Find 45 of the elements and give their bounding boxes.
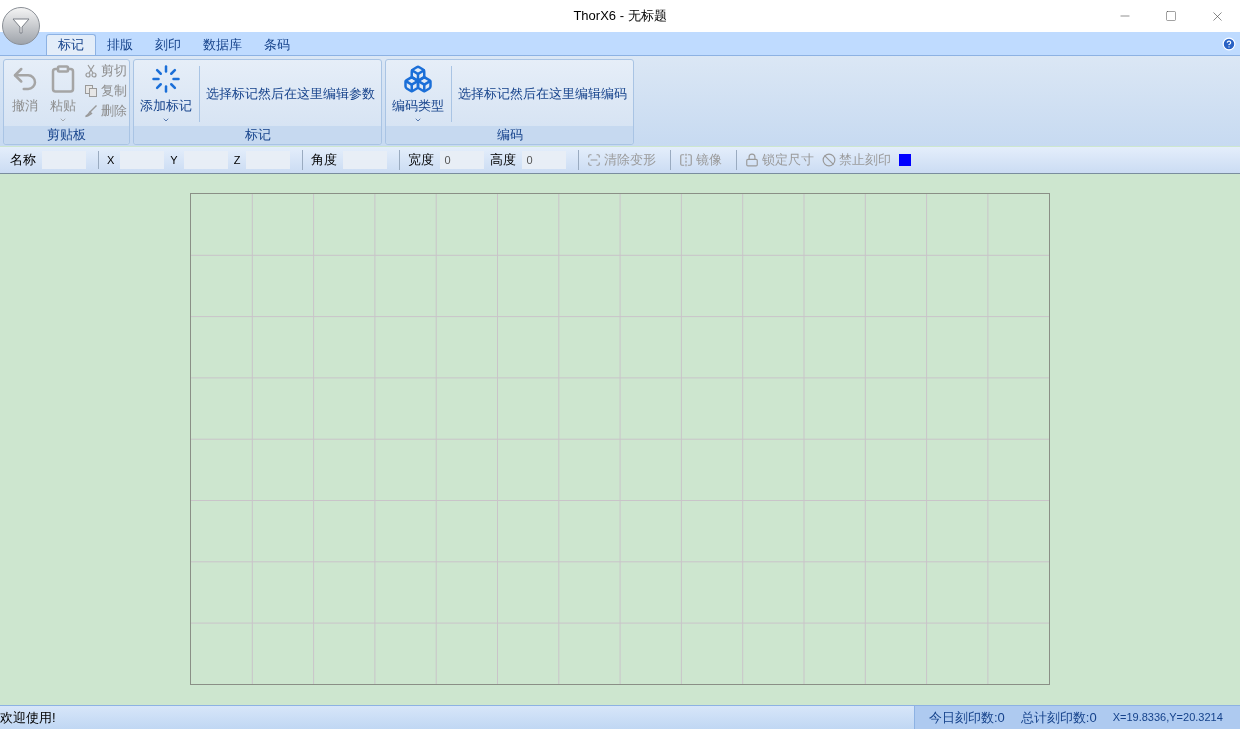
ribbon-hint-text: 选择标记然后在这里编辑编码 (458, 85, 627, 104)
flip-icon (679, 153, 694, 167)
ribbon-tab[interactable]: 条码 (253, 34, 301, 55)
status-counter: 今日刻印数:0 (929, 708, 1005, 727)
scissors-icon (84, 64, 98, 78)
scan-frame-icon (587, 153, 602, 167)
cubes-icon (403, 64, 433, 94)
field-label: 角度 (311, 151, 338, 170)
design-canvas[interactable] (190, 193, 1050, 685)
window-title: ThorX6 - 无标题 (573, 7, 667, 26)
field-label: 名称 (10, 151, 36, 170)
funnel-icon (11, 16, 31, 36)
lock-icon (745, 153, 760, 167)
copy-icon (84, 84, 98, 98)
ribbon-large-button[interactable]: 编码类型 (388, 62, 448, 126)
ban-icon (822, 153, 837, 167)
help-icon[interactable] (1222, 37, 1236, 51)
spinner-circle-icon (151, 64, 181, 94)
input-field[interactable] (246, 151, 291, 169)
ribbon-tab[interactable]: 标记 (46, 34, 96, 55)
ribbon-hint-text: 选择标记然后在这里编辑参数 (206, 85, 375, 104)
field-label: 高度 (490, 151, 517, 170)
field-label: Z (233, 152, 241, 168)
ribbon-tab[interactable]: 排版 (96, 34, 144, 55)
status-message: 欢迎使用! (0, 708, 56, 727)
ribbon-tab[interactable]: 数据库 (192, 34, 253, 55)
ribbon-large-button[interactable]: 添加标记 (136, 62, 196, 126)
field-label: 宽度 (408, 151, 435, 170)
ribbon-group-label: 标记 (134, 126, 381, 144)
field-label: Y (170, 152, 178, 168)
cursor-coordinates: X=19.8336,Y=20.3214 (1112, 710, 1223, 726)
maximize-icon (1165, 10, 1177, 22)
input-field[interactable] (120, 151, 165, 169)
ribbon-tab[interactable]: 刻印 (144, 34, 192, 55)
brush-icon (84, 104, 98, 118)
input-field[interactable]: 0 (440, 151, 485, 169)
input-field[interactable] (343, 151, 388, 169)
ribbon-group-label: 剪贴板 (4, 126, 129, 144)
ribbon-group-label: 编码 (386, 126, 633, 144)
field-label: X (107, 152, 115, 168)
input-field[interactable] (42, 151, 86, 169)
status-counter: 总计刻印数:0 (1020, 708, 1097, 727)
color-swatch[interactable] (899, 154, 912, 166)
input-field[interactable]: 0 (522, 151, 567, 169)
input-field[interactable] (183, 151, 228, 169)
